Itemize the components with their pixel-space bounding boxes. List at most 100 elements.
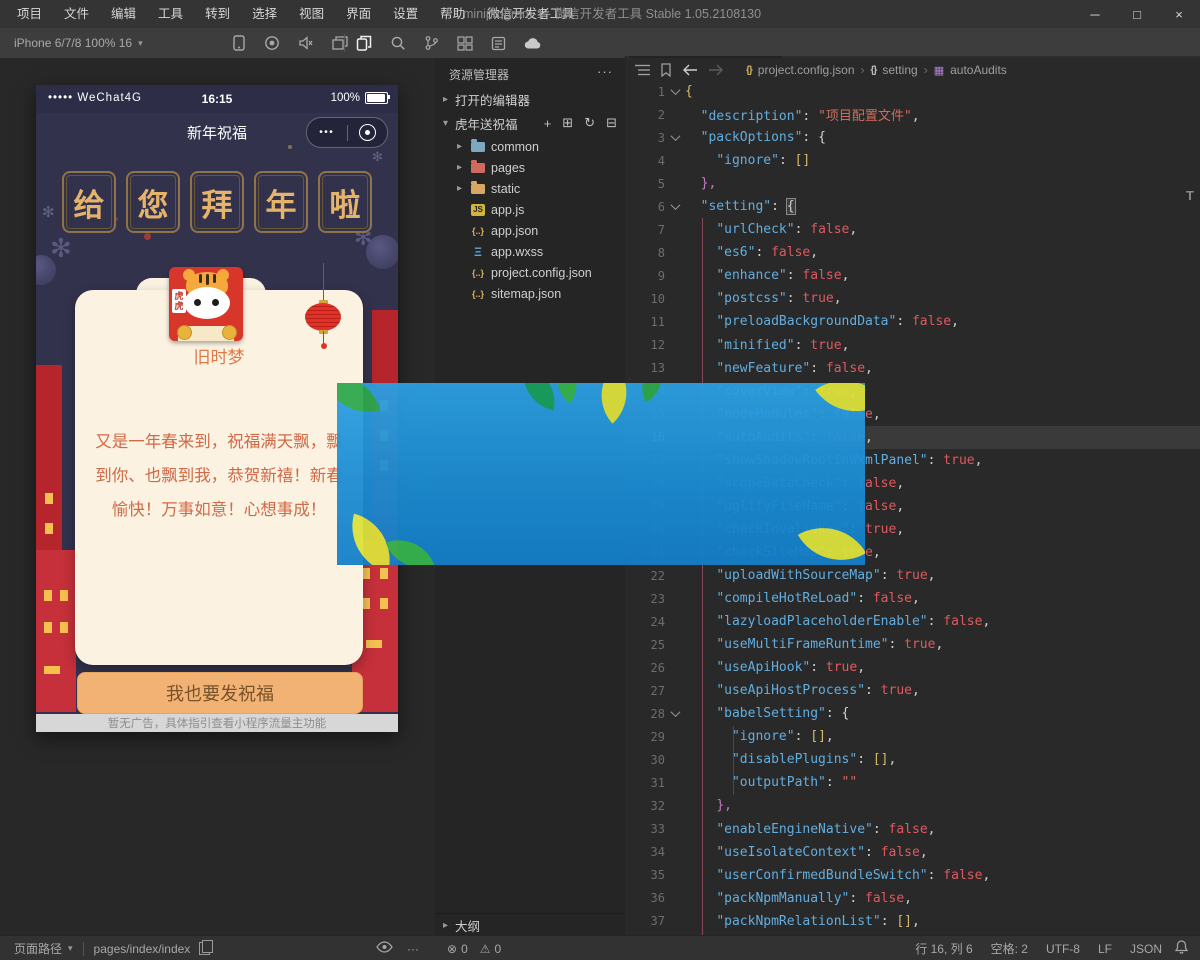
snippets-icon[interactable] — [491, 36, 506, 51]
close-button[interactable]: × — [1158, 0, 1200, 28]
menu-item[interactable]: 编辑 — [100, 0, 147, 28]
menu-item[interactable]: 视图 — [288, 0, 335, 28]
page-path-selector[interactable]: 页面路径 — [14, 940, 62, 957]
outline-section[interactable]: ▸ 大纲 — [435, 913, 625, 936]
menu-item[interactable]: 项目 — [6, 0, 53, 28]
tree-item-app-wxss[interactable]: Ξapp.wxss — [435, 241, 625, 262]
code-text: "babelSetting": { — [685, 706, 849, 721]
code-line[interactable]: 22 "uploadWithSourceMap": true, — [625, 564, 1200, 587]
search-icon[interactable] — [390, 35, 406, 51]
menu-item[interactable]: 工具 — [147, 0, 194, 28]
fold-chevron-icon[interactable] — [665, 710, 685, 717]
device-selector[interactable]: iPhone 6/7/8 100% 16 ▾ — [14, 28, 143, 58]
bookmark-icon[interactable] — [660, 63, 672, 77]
code-line[interactable]: 11 "preloadBackgroundData": false, — [625, 310, 1200, 333]
code-line[interactable]: 2 "description": "项目配置文件", — [625, 103, 1200, 126]
open-editors-section[interactable]: ▸ 打开的编辑器 — [435, 88, 625, 110]
new-folder-icon[interactable]: ⊞ — [562, 115, 573, 131]
code-line[interactable]: 31 "outputPath": "" — [625, 771, 1200, 794]
code-line[interactable]: 9 "enhance": false, — [625, 264, 1200, 287]
send-wishes-button[interactable]: 我也要发祝福 — [77, 672, 363, 714]
code-line[interactable]: 13 "newFeature": false, — [625, 357, 1200, 380]
file-name: sitemap.json — [491, 287, 561, 301]
bell-icon[interactable] — [1175, 940, 1188, 957]
code-line[interactable]: 4 "ignore": [] — [625, 149, 1200, 172]
breadcrumb-file[interactable]: project.config.json — [758, 63, 855, 77]
code-line[interactable]: 7 "urlCheck": false, — [625, 218, 1200, 241]
code-line[interactable]: 36 "packNpmManually": false, — [625, 887, 1200, 910]
code-line[interactable]: 25 "useMultiFrameRuntime": true, — [625, 633, 1200, 656]
multi-window-icon[interactable] — [332, 36, 348, 51]
recorder-icon[interactable] — [264, 35, 280, 51]
eol-setting[interactable]: LF — [1098, 942, 1112, 956]
code-line[interactable]: 33 "enableEngineNative": false, — [625, 818, 1200, 841]
tree-item-app-json[interactable]: {..}app.json — [435, 220, 625, 241]
problems-indicator[interactable]: ⊗ 0 ⚠ 0 — [447, 936, 501, 960]
leaf-decoration — [584, 383, 643, 424]
code-line[interactable]: 37 "packNpmRelationList": [], — [625, 910, 1200, 933]
code-line[interactable]: 32 }, — [625, 794, 1200, 817]
menu-item[interactable]: 文件 — [53, 0, 100, 28]
indent-setting[interactable]: 空格: 2 — [991, 940, 1028, 957]
menu-item[interactable]: 设置 — [382, 0, 429, 28]
code-line[interactable]: 35 "userConfirmedBundleSwitch": false, — [625, 864, 1200, 887]
code-line[interactable]: 10 "postcss": true, — [625, 287, 1200, 310]
fold-chevron-icon[interactable] — [665, 134, 685, 141]
collapse-all-icon[interactable]: ⊟ — [606, 115, 617, 131]
breadcrumb-symbol[interactable]: autoAudits — [950, 63, 1007, 77]
outline-list-icon[interactable] — [635, 64, 650, 76]
code-line[interactable]: 12 "minified": true, — [625, 334, 1200, 357]
tree-item-pages[interactable]: ▸pages — [435, 157, 625, 178]
phone-preview-icon[interactable] — [232, 35, 246, 51]
code-line[interactable]: 34 "useIsolateContext": false, — [625, 841, 1200, 864]
eye-icon[interactable] — [376, 941, 393, 956]
code-line[interactable]: 1{ — [625, 80, 1200, 103]
code-line[interactable]: 29 "ignore": [], — [625, 725, 1200, 748]
capsule-exit-icon[interactable] — [348, 124, 388, 141]
tree-item-static[interactable]: ▸static — [435, 178, 625, 199]
code-line[interactable]: 6 "setting": { — [625, 195, 1200, 218]
fold-chevron-icon[interactable] — [665, 203, 685, 210]
cursor-position[interactable]: 行 16, 列 6 — [915, 940, 972, 957]
menu-item[interactable]: 选择 — [241, 0, 288, 28]
language-mode[interactable]: JSON — [1130, 942, 1162, 956]
tree-item-project-config-json[interactable]: {..}project.config.json — [435, 262, 625, 283]
mute-icon[interactable] — [298, 35, 314, 51]
explorer-more-icon[interactable]: ··· — [597, 64, 613, 79]
refresh-icon[interactable]: ↻ — [584, 115, 595, 131]
back-arrow-icon[interactable] — [682, 64, 698, 76]
tree-item-app-js[interactable]: JSapp.js — [435, 199, 625, 220]
encoding[interactable]: UTF-8 — [1046, 942, 1080, 956]
tree-item-common[interactable]: ▸common — [435, 136, 625, 157]
code-line[interactable]: 27 "useApiHostProcess": true, — [625, 679, 1200, 702]
copy-icon[interactable] — [199, 942, 210, 955]
code-line[interactable]: 23 "compileHotReLoad": false, — [625, 587, 1200, 610]
code-line[interactable]: 8 "es6": false, — [625, 241, 1200, 264]
layout-icon[interactable] — [457, 36, 473, 51]
sim-more-icon[interactable]: ··· — [407, 942, 419, 956]
forward-arrow-icon[interactable] — [708, 64, 724, 76]
line-number: 30 — [625, 753, 665, 767]
leaf-decoration — [798, 510, 865, 565]
page-path-value[interactable]: pages/index/index — [94, 942, 191, 956]
cloud-icon[interactable] — [524, 36, 542, 50]
fold-chevron-icon[interactable] — [665, 88, 685, 95]
sticker-label: 虎虎 — [172, 289, 186, 313]
code-line[interactable]: 5 }, — [625, 172, 1200, 195]
menu-item[interactable]: 转到 — [194, 0, 241, 28]
maximize-button[interactable]: □ — [1116, 0, 1158, 28]
code-line[interactable]: 28 "babelSetting": { — [625, 702, 1200, 725]
explorer-toggle-icon[interactable] — [356, 35, 372, 51]
code-line[interactable]: 3 "packOptions": { — [625, 126, 1200, 149]
breadcrumb-section[interactable]: setting — [882, 63, 917, 77]
code-line[interactable]: 30 "disablePlugins": [], — [625, 748, 1200, 771]
capsule-more-icon[interactable]: ••• — [307, 127, 347, 138]
new-file-icon[interactable]: + — [544, 116, 552, 131]
minimize-button[interactable]: ─ — [1074, 0, 1116, 28]
source-control-icon[interactable] — [424, 35, 439, 51]
menu-item[interactable]: 界面 — [335, 0, 382, 28]
code-line[interactable]: 26 "useApiHook": true, — [625, 656, 1200, 679]
project-root[interactable]: ▾ 虎年送祝福 + ⊞ ↻ ⊟ — [435, 112, 625, 134]
code-line[interactable]: 24 "lazyloadPlaceholderEnable": false, — [625, 610, 1200, 633]
tree-item-sitemap-json[interactable]: {..}sitemap.json — [435, 283, 625, 304]
